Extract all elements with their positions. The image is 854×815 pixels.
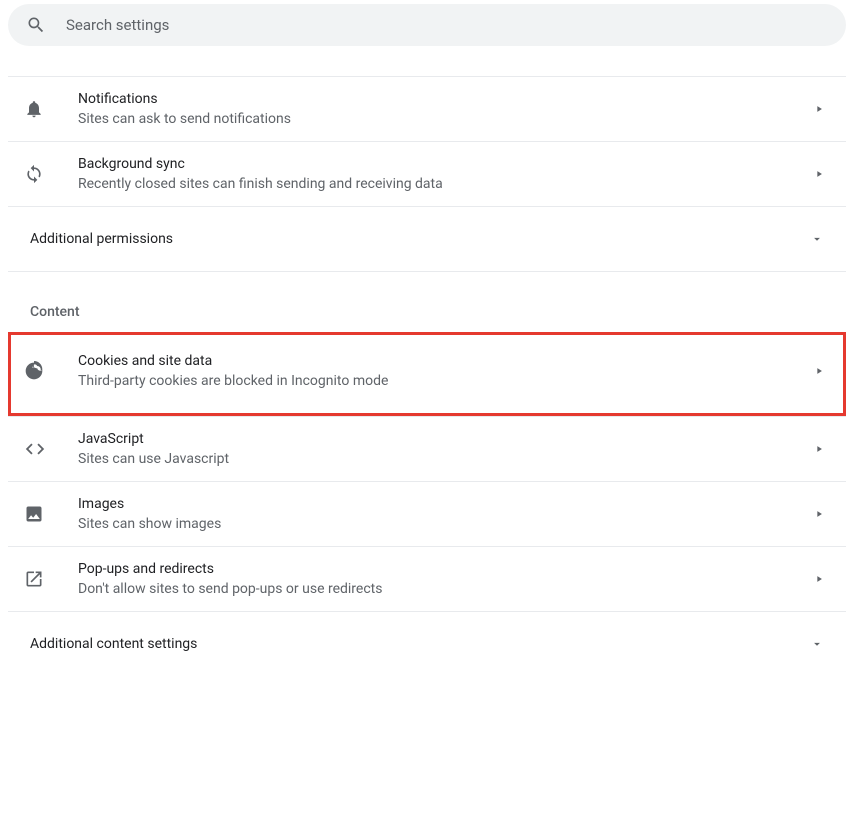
- setting-title: Images: [78, 496, 814, 512]
- setting-title: Notifications: [78, 91, 814, 107]
- setting-desc: Recently closed sites can finish sending…: [78, 176, 814, 192]
- setting-title: Additional content settings: [30, 636, 810, 652]
- setting-additional-content[interactable]: Additional content settings: [8, 611, 846, 675]
- setting-background-sync[interactable]: Background sync Recently closed sites ca…: [8, 142, 846, 207]
- setting-popups[interactable]: Pop-ups and redirects Don't allow sites …: [8, 546, 846, 611]
- setting-title: Additional permissions: [30, 231, 810, 247]
- setting-desc: Sites can show images: [78, 516, 814, 532]
- setting-desc: Third-party cookies are blocked in Incog…: [78, 373, 814, 389]
- setting-title: Background sync: [78, 156, 814, 172]
- content-group: JavaScript Sites can use Javascript Imag…: [8, 416, 846, 675]
- chevron-right-icon: [814, 104, 824, 114]
- setting-images[interactable]: Images Sites can show images: [8, 481, 846, 546]
- bell-icon: [24, 99, 60, 119]
- setting-title: JavaScript: [78, 431, 814, 447]
- chevron-right-icon: [814, 169, 824, 179]
- setting-title: Cookies and site data: [78, 353, 814, 369]
- section-header-content: Content: [8, 280, 846, 332]
- chevron-down-icon: [810, 637, 824, 651]
- chevron-right-icon: [814, 509, 824, 519]
- search-input[interactable]: [66, 16, 828, 34]
- setting-desc: Don't allow sites to send pop-ups or use…: [78, 581, 814, 597]
- permissions-group: Notifications Sites can ask to send noti…: [8, 76, 846, 272]
- setting-notifications[interactable]: Notifications Sites can ask to send noti…: [8, 77, 846, 142]
- setting-cookies[interactable]: Cookies and site data Third-party cookie…: [11, 335, 843, 413]
- sync-icon: [24, 164, 60, 184]
- setting-additional-permissions[interactable]: Additional permissions: [8, 207, 846, 271]
- cookie-icon: [24, 361, 60, 381]
- chevron-down-icon: [810, 232, 824, 246]
- setting-desc: Sites can ask to send notifications: [78, 111, 814, 127]
- image-icon: [24, 504, 60, 524]
- setting-title: Pop-ups and redirects: [78, 561, 814, 577]
- code-icon: [24, 438, 60, 460]
- external-link-icon: [24, 569, 60, 589]
- highlight-box: Cookies and site data Third-party cookie…: [8, 332, 846, 416]
- chevron-right-icon: [814, 444, 824, 454]
- chevron-right-icon: [814, 366, 824, 376]
- setting-javascript[interactable]: JavaScript Sites can use Javascript: [8, 417, 846, 481]
- setting-desc: Sites can use Javascript: [78, 451, 814, 467]
- chevron-right-icon: [814, 574, 824, 584]
- search-icon: [26, 15, 46, 35]
- search-bar[interactable]: [8, 4, 846, 46]
